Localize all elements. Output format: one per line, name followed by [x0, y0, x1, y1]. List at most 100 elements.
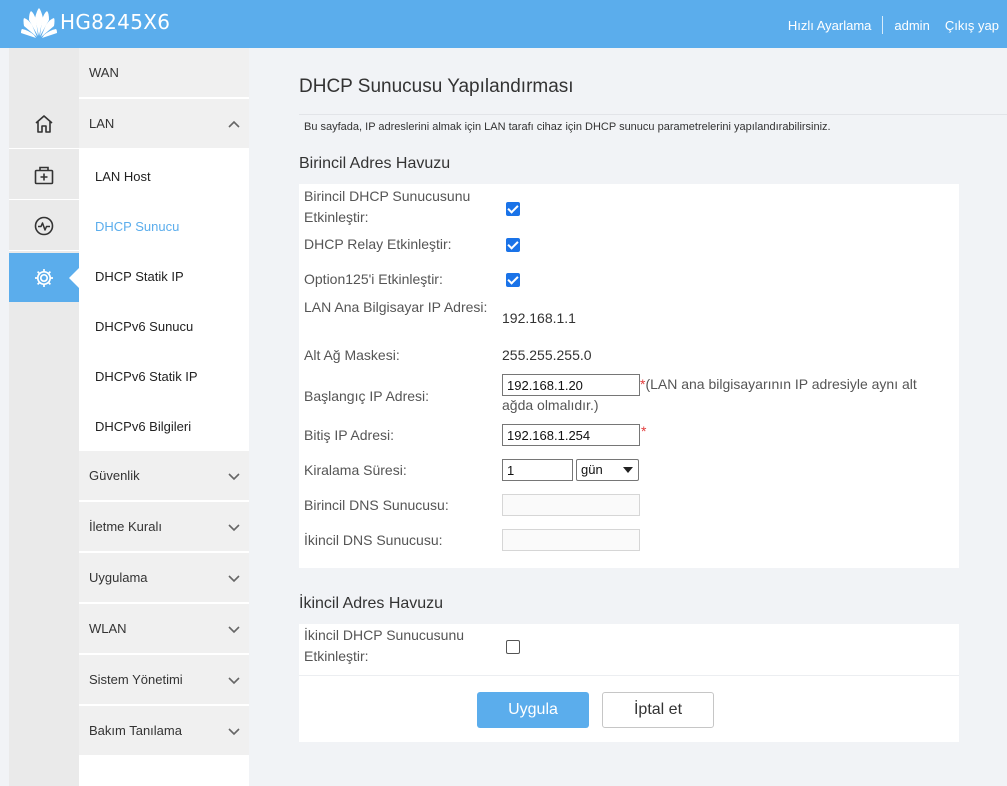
page-description: Bu sayfada, IP adreslerini almak için LA…	[304, 121, 831, 133]
start-ip-hint: (LAN ana bilgisayarının IP adresiyle ayn…	[502, 376, 917, 413]
lease-unit-value: gün	[581, 462, 603, 477]
sub-item-dhcpv6-info[interactable]: DHCPv6 Bilgileri	[79, 401, 249, 451]
chevron-down-icon	[228, 626, 240, 634]
relay-checkbox[interactable]	[506, 238, 520, 252]
end-ip-label: Bitiş IP Adresi:	[304, 427, 395, 443]
relay-row: DHCP Relay Etkinleştir:	[304, 234, 954, 258]
menu-item-maintenance[interactable]: Bakım Tanılama	[79, 706, 249, 756]
menu-item-forwarding-rules[interactable]: İletme Kuralı	[79, 502, 249, 552]
icon-rail	[9, 48, 80, 786]
sub-item-dhcp-static-ip[interactable]: DHCP Statik IP	[79, 251, 249, 301]
diagnostics-icon	[34, 216, 54, 235]
lease-input[interactable]	[502, 459, 573, 481]
home-icon	[35, 114, 53, 133]
top-header: HG8245X6 Hızlı Ayarlama admin Çıkış yap	[0, 0, 1007, 48]
end-ip-row: Bitiş IP Adresi: *	[304, 423, 954, 448]
dns2-input[interactable]	[502, 529, 640, 551]
rail-item-diagnostics[interactable]	[9, 201, 79, 251]
add-device-icon	[34, 166, 54, 184]
menu-item-label: İletme Kuralı	[89, 519, 162, 534]
chevron-down-icon	[228, 524, 240, 532]
lan-ip-label: LAN Ana Bilgisayar IP Adresi:	[304, 299, 488, 315]
required-mark: *	[641, 423, 647, 439]
sub-item-label: DHCP Statik IP	[95, 268, 184, 284]
option125-checkbox[interactable]	[506, 273, 520, 287]
menu-item-wan[interactable]: WAN	[79, 48, 249, 98]
menu-item-system-management[interactable]: Sistem Yönetimi	[79, 655, 249, 705]
sub-item-label: DHCPv6 Statik IP	[95, 368, 198, 384]
dns1-input[interactable]	[502, 494, 640, 516]
sub-item-dhcpv6-server[interactable]: DHCPv6 Sunucu	[79, 301, 249, 351]
header-divider	[936, 16, 937, 34]
main-content: DHCP Sunucusu Yapılandırması Bu sayfada,…	[249, 48, 1007, 786]
mask-value: 255.255.255.0	[502, 347, 592, 363]
sub-item-dhcp-server[interactable]: DHCP Sunucu	[79, 201, 249, 251]
start-ip-row: Başlangıç IP Adresi: *(LAN ana bilgisaya…	[304, 372, 954, 418]
lease-unit-select[interactable]: gün	[576, 459, 639, 481]
mask-label: Alt Ağ Maskesi:	[304, 347, 400, 363]
primary-pool-title: Birincil Adres Havuzu	[299, 155, 451, 172]
huawei-logo	[21, 8, 57, 38]
apply-button[interactable]: Uygula	[477, 692, 589, 728]
start-ip-note: *(LAN ana bilgisayarının IP adresiyle ay…	[502, 374, 942, 416]
end-ip-input[interactable]	[502, 424, 640, 446]
dns2-row: İkincil DNS Sunucusu:	[304, 529, 954, 553]
lease-label: Kiralama Süresi:	[304, 462, 407, 478]
primary-enable-label: Birincil DHCP Sunucusunu Etkinleştir:	[304, 188, 471, 225]
chevron-down-icon	[228, 728, 240, 736]
chevron-down-icon	[228, 677, 240, 685]
rail-item-settings[interactable]	[9, 253, 80, 302]
primary-enable-checkbox[interactable]	[506, 202, 520, 216]
menu-item-label: Bakım Tanılama	[89, 723, 182, 738]
menu-item-label: WAN	[89, 65, 119, 80]
sub-item-label: DHCPv6 Bilgileri	[95, 418, 192, 434]
menu-item-label: Sistem Yönetimi	[89, 672, 183, 687]
rail-divider	[9, 199, 79, 200]
rail-divider	[9, 148, 79, 149]
menu-item-lan[interactable]: LAN	[79, 99, 249, 149]
mask-row: Alt Ağ Maskesi: 255.255.255.0	[304, 345, 954, 369]
panel-divider	[299, 675, 959, 676]
device-model: HG8245X6	[60, 10, 171, 34]
menu-item-wlan[interactable]: WLAN	[79, 604, 249, 654]
primary-enable-row: Birincil DHCP Sunucusunu Etkinleştir:	[304, 186, 954, 228]
chevron-down-icon	[228, 473, 240, 481]
lan-ip-value: 192.168.1.1	[502, 310, 576, 326]
menu-item-label: Uygulama	[89, 570, 148, 585]
option125-label: Option125'i Etkinleştir:	[304, 271, 443, 287]
dns1-row: Birincil DNS Sunucusu:	[304, 494, 954, 518]
secondary-enable-row: İkincil DHCP Sunucusunu Etkinleştir:	[304, 625, 954, 667]
sub-item-lan-host[interactable]: LAN Host	[79, 151, 249, 201]
relay-label: DHCP Relay Etkinleştir:	[304, 236, 452, 252]
chevron-down-icon	[623, 467, 633, 473]
sub-item-dhcpv6-static-ip[interactable]: DHCPv6 Statik IP	[79, 351, 249, 401]
primary-pool-panel: Birincil DHCP Sunucusunu Etkinleştir: DH…	[299, 184, 959, 568]
title-divider	[299, 114, 1007, 115]
dns1-label: Birincil DNS Sunucusu:	[304, 497, 449, 513]
lan-ip-row: LAN Ana Bilgisayar IP Adresi: 192.168.1.…	[304, 297, 954, 339]
chevron-up-icon	[228, 120, 240, 128]
sub-item-label: LAN Host	[95, 168, 151, 184]
rail-divider	[9, 250, 79, 251]
start-ip-label: Başlangıç IP Adresi:	[304, 388, 430, 404]
user-link[interactable]: admin	[894, 18, 929, 33]
quick-setup-link[interactable]: Hızlı Ayarlama	[788, 18, 872, 33]
secondary-enable-checkbox[interactable]	[506, 640, 520, 654]
logout-link[interactable]: Çıkış yap	[945, 18, 999, 33]
rail-item-devices[interactable]	[9, 150, 79, 200]
lease-row: Kiralama Süresi: gün	[304, 459, 954, 483]
menu-item-label: WLAN	[89, 621, 127, 636]
menu-item-application[interactable]: Uygulama	[79, 553, 249, 603]
menu-item-label: Güvenlik	[89, 468, 140, 483]
sub-item-label: DHCPv6 Sunucu	[95, 318, 194, 334]
side-menu: WAN LAN LAN Host DHCP Sunucu DHCP Statik…	[79, 48, 249, 786]
cancel-button[interactable]: İptal et	[602, 692, 714, 728]
header-links: Hızlı Ayarlama admin Çıkış yap	[788, 16, 999, 34]
page-title: DHCP Sunucusu Yapılandırması	[299, 76, 574, 97]
gear-icon	[35, 268, 53, 287]
menu-item-security[interactable]: Güvenlik	[79, 451, 249, 501]
rail-item-home[interactable]	[9, 99, 79, 149]
sub-item-label: DHCP Sunucu	[95, 218, 180, 234]
chevron-down-icon	[228, 575, 240, 583]
dns2-label: İkincil DNS Sunucusu:	[304, 532, 443, 548]
